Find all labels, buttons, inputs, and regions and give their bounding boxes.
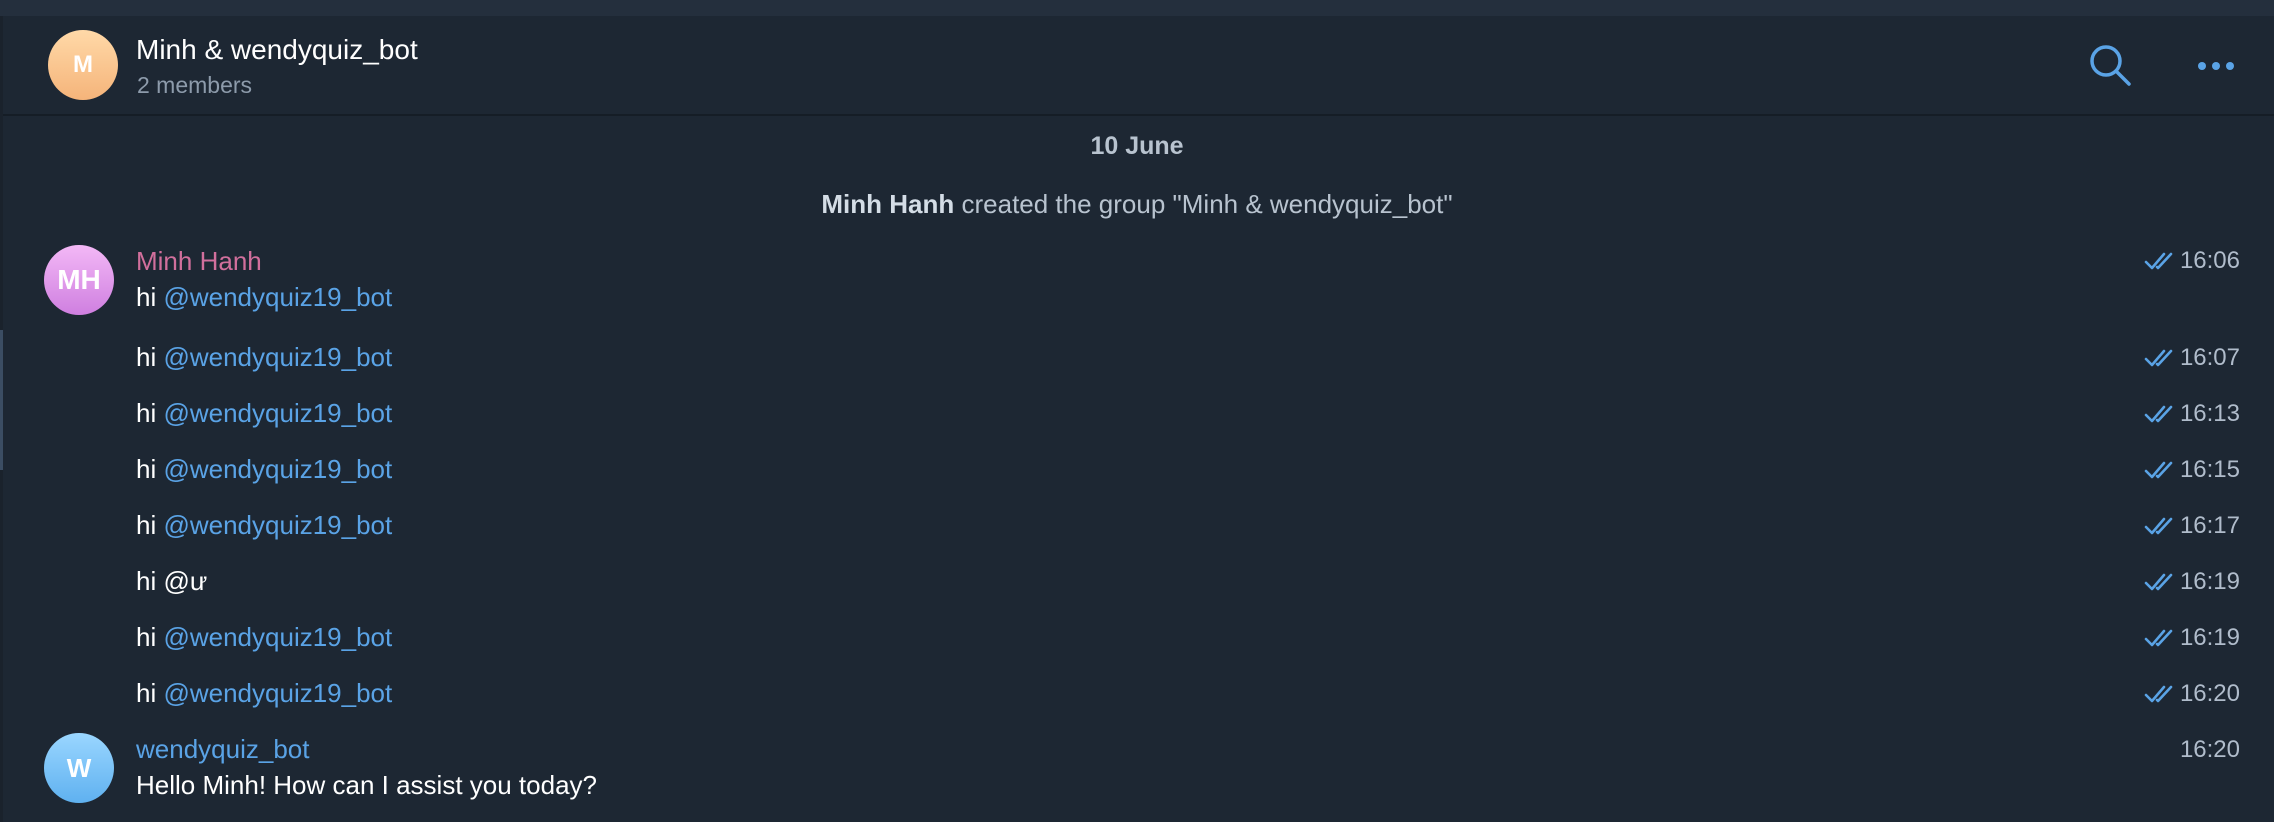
message-time: 16:20 — [2144, 680, 2240, 708]
service-message: Minh Hanh created the group "Minh & wend… — [0, 189, 2274, 220]
time-text: 16:06 — [2179, 247, 2240, 274]
message-text: hi @wendyquiz19_bot — [136, 398, 392, 429]
time-text: 16:17 — [2179, 512, 2240, 539]
mention-link[interactable]: @wendyquiz19_bot — [163, 342, 392, 372]
double-check-icon — [2144, 573, 2173, 591]
service-actor[interactable]: Minh Hanh — [821, 189, 954, 219]
message-prefix: hi — [136, 282, 164, 312]
mention-link[interactable]: @wendyquiz19_bot — [163, 398, 392, 428]
message-time: 16:19 — [2144, 568, 2240, 596]
message-prefix: hi — [136, 678, 164, 708]
message-prefix: hi @ư — [136, 566, 208, 596]
sender-name[interactable]: wendyquiz_bot — [136, 734, 309, 765]
time-text: 16:15 — [2179, 456, 2240, 483]
message-text: hi @wendyquiz19_bot — [136, 678, 392, 709]
message-text: hi @wendyquiz19_bot — [136, 622, 392, 653]
window-top-strip — [0, 0, 2274, 16]
message-text: Hello Minh! How can I assist you today? — [136, 770, 597, 800]
message-text: hi @wendyquiz19_bot — [136, 454, 392, 485]
message-time: 16:19 — [2144, 624, 2240, 652]
message-prefix: hi — [136, 454, 164, 484]
double-check-icon — [2144, 252, 2173, 270]
message-text: hi @ư — [136, 566, 207, 597]
mention-link[interactable]: @wendyquiz19_bot — [163, 454, 392, 484]
time-text: 16:20 — [2179, 680, 2240, 707]
double-check-icon — [2144, 405, 2173, 423]
message-prefix: hi — [136, 510, 164, 540]
selection-marker — [0, 330, 3, 470]
message-text: hi @wendyquiz19_bot — [136, 510, 392, 541]
mention-link[interactable]: @wendyquiz19_bot — [163, 622, 392, 652]
double-check-icon — [2144, 685, 2173, 703]
message-time: 16:07 — [2144, 344, 2240, 372]
service-text: created the group "Minh & wendyquiz_bot" — [954, 189, 1453, 219]
message-time: 16:17 — [2144, 512, 2240, 540]
more-icon[interactable] — [2193, 46, 2239, 86]
time-text: 16:20 — [2179, 736, 2240, 763]
message-prefix: hi — [136, 398, 164, 428]
double-check-icon — [2144, 517, 2173, 535]
mention-link[interactable]: @wendyquiz19_bot — [163, 678, 392, 708]
search-icon[interactable] — [2086, 41, 2134, 89]
message-time: 16:06 — [2144, 247, 2240, 275]
avatar[interactable]: W — [44, 733, 114, 803]
message-prefix: hi — [136, 342, 164, 372]
chat-header[interactable]: M Minh & wendyquiz_bot 2 members — [3, 16, 2274, 116]
message-text: hi @wendyquiz19_bot — [136, 342, 392, 373]
time-text: 16:13 — [2179, 400, 2240, 427]
time-text: 16:19 — [2179, 568, 2240, 595]
chat-title[interactable]: Minh & wendyquiz_bot — [136, 34, 418, 66]
time-text: 16:07 — [2179, 344, 2240, 371]
message-text: hi @wendyquiz19_bot — [136, 282, 392, 313]
message-prefix: hi — [136, 622, 164, 652]
time-text: 16:19 — [2179, 624, 2240, 651]
avatar[interactable]: MH — [44, 245, 114, 315]
chat-member-count: 2 members — [137, 72, 253, 98]
double-check-icon — [2144, 629, 2173, 647]
message-time: 16:13 — [2144, 400, 2240, 428]
mention-link[interactable]: @wendyquiz19_bot — [163, 510, 392, 540]
sender-name[interactable]: Minh Hanh — [136, 246, 262, 277]
message-time: 16:20 — [2180, 736, 2240, 764]
mention-link[interactable]: @wendyquiz19_bot — [163, 282, 392, 312]
double-check-icon — [2144, 349, 2173, 367]
message-time: 16:15 — [2144, 456, 2240, 484]
double-check-icon — [2144, 461, 2173, 479]
chat-avatar[interactable]: M — [48, 30, 118, 100]
date-separator: 10 June — [1090, 132, 1184, 160]
